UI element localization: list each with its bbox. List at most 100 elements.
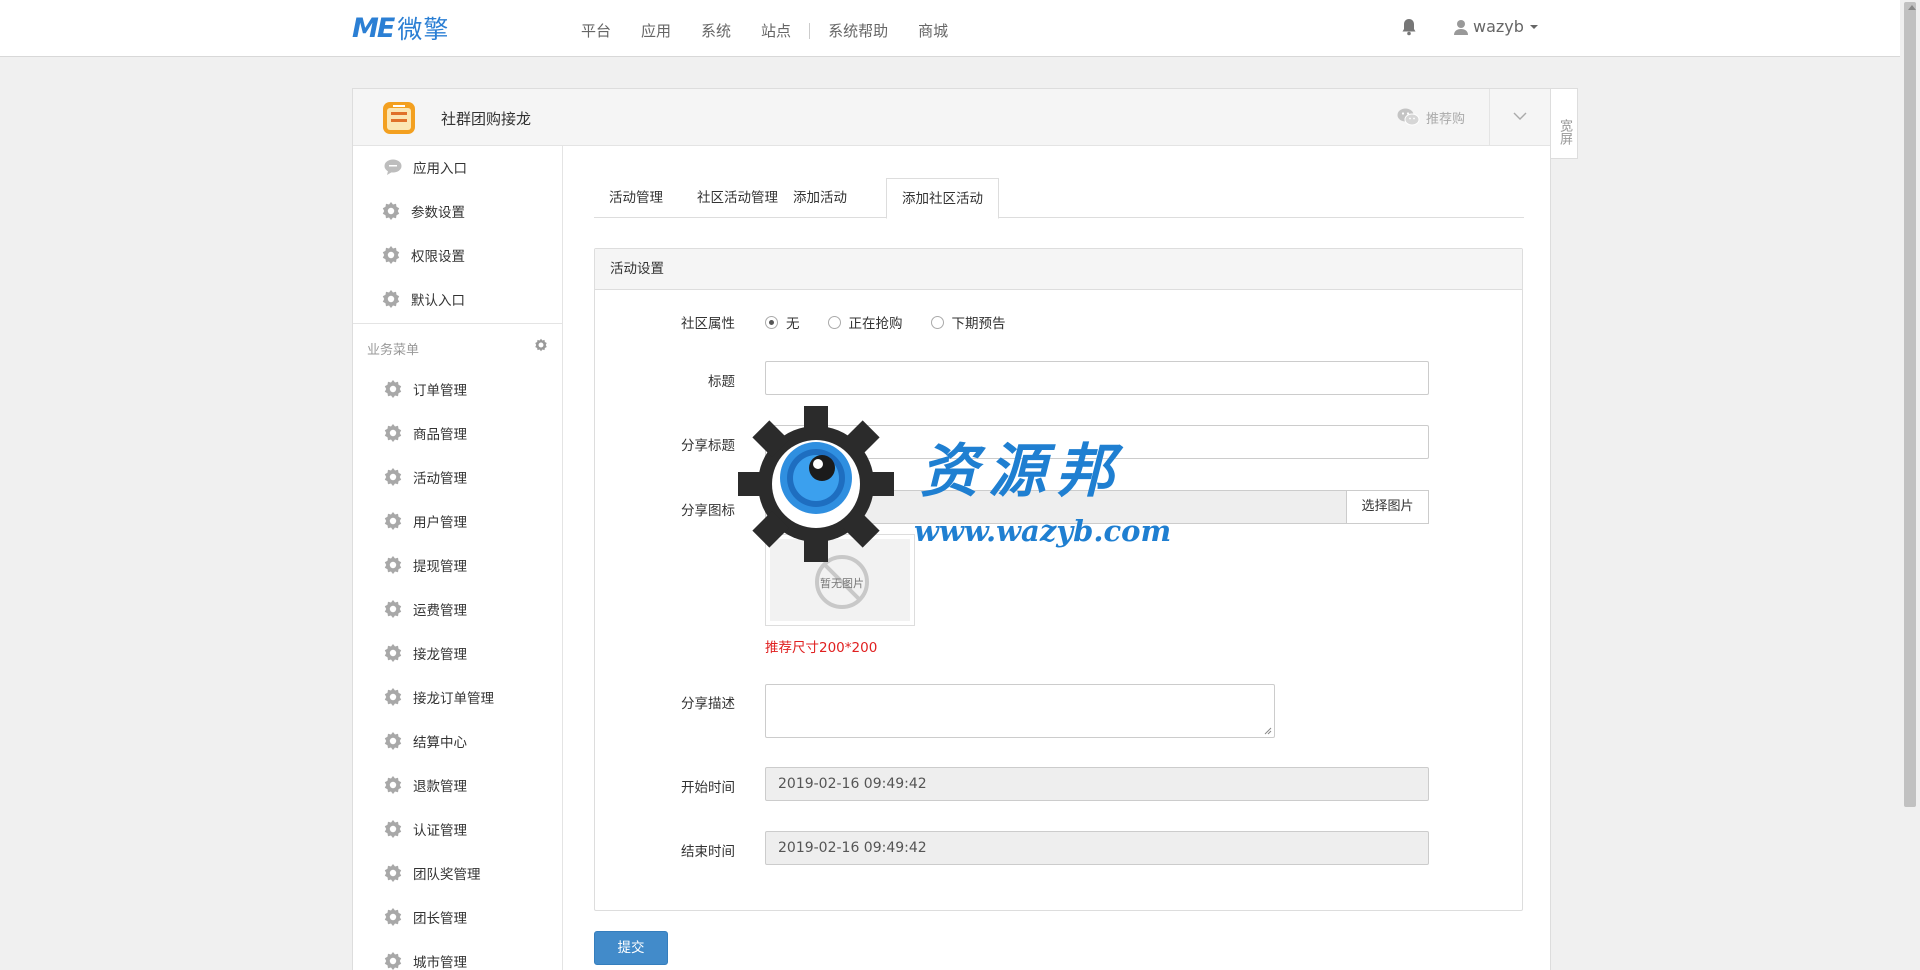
user-menu[interactable]: wazyb [1454, 17, 1538, 36]
top-navbar: ME 微擎 平台 应用 系统 站点 系统帮助 商城 wazyb [0, 0, 1900, 57]
tab-add-activity[interactable]: 添加活动 [778, 178, 862, 218]
sidebar-item-label: 订单管理 [413, 383, 467, 399]
tab-bar: 活动管理 社区活动管理 添加活动 添加社区活动 [594, 178, 1524, 219]
nav-item-help[interactable]: 系统帮助 [828, 20, 888, 41]
gear-icon [383, 423, 403, 443]
radio-none[interactable]: 无 [765, 312, 800, 332]
nav-item-store[interactable]: 商城 [918, 20, 948, 41]
sidebar-item-label: 提现管理 [413, 559, 467, 575]
resize-handle-icon[interactable] [1264, 727, 1272, 735]
no-image-text: 暂无图片 [820, 577, 864, 590]
sidebar-item-label: 退款管理 [413, 779, 467, 795]
tab-add-community-activity[interactable]: 添加社区活动 [886, 178, 999, 219]
radio-label: 下期预告 [951, 316, 1006, 332]
submit-button[interactable]: 提交 [594, 931, 668, 965]
sidebar-menu-item[interactable]: 认证管理 [383, 819, 467, 839]
activity-settings-form: 活动设置 社区属性 无 正在抢购 下期预告 标题 分享标题 分享图标 选择图片 … [594, 248, 1523, 911]
username: wazyb [1473, 17, 1524, 36]
sidebar-item-label: 结算中心 [413, 735, 467, 751]
sidebar-item-label: 权限设置 [411, 249, 465, 265]
sidebar-menu-item[interactable]: 退款管理 [383, 775, 467, 795]
sidebar-menu-item[interactable]: 结算中心 [383, 731, 467, 751]
share-title-input[interactable] [765, 425, 1429, 459]
sidebar-item-label: 接龙管理 [413, 647, 467, 663]
sidebar-item-default-entry[interactable]: 默认入口 [381, 289, 465, 309]
sidebar-menu-item[interactable]: 订单管理 [383, 379, 467, 399]
radio-dot [930, 315, 944, 329]
end-time-input[interactable]: 2019-02-16 09:49:42 [765, 831, 1429, 865]
main-nav: 平台 应用 系统 站点 系统帮助 商城 [581, 20, 978, 41]
header-divider [1489, 89, 1490, 145]
sidebar-item-label: 团队奖管理 [413, 867, 481, 883]
nav-divider [809, 22, 811, 39]
sidebar-menu-item[interactable]: 团长管理 [383, 907, 467, 927]
sidebar-divider [353, 323, 562, 324]
nav-item-system[interactable]: 系统 [701, 20, 731, 41]
nav-item-platform[interactable]: 平台 [581, 20, 611, 41]
brand-logo[interactable]: ME 微擎 [352, 12, 450, 45]
scroll-up-arrow-icon[interactable] [1908, 5, 1916, 10]
sidebar-item-params[interactable]: 参数设置 [381, 201, 465, 221]
radio-label: 正在抢购 [848, 316, 903, 332]
radio-dot [827, 315, 841, 329]
sidebar-item-label: 默认入口 [411, 293, 465, 309]
nav-item-apps[interactable]: 应用 [641, 20, 671, 41]
radio-on-sale[interactable]: 正在抢购 [827, 312, 903, 332]
end-time-label: 结束时间 [681, 844, 735, 860]
gear-icon [383, 511, 403, 531]
sidebar-item-label: 运费管理 [413, 603, 467, 619]
scrollbar-thumb[interactable] [1904, 2, 1916, 807]
wide-screen-toggle[interactable]: 宽屏 [1551, 88, 1578, 159]
gear-icon [383, 643, 403, 663]
tab-activity-manage[interactable]: 活动管理 [594, 178, 678, 218]
size-hint: 推荐尺寸200*200 [765, 640, 878, 656]
sidebar-item-app-entry[interactable]: 应用入口 [383, 157, 467, 177]
app-icon [383, 102, 415, 134]
sidebar-item-label: 参数设置 [411, 205, 465, 221]
app-panel: 社群团购接龙 推荐购 应用入口 参数设置 权限设置 默认入口 业务菜单 订单管理… [352, 88, 1551, 970]
sidebar-menu-item[interactable]: 城市管理 [383, 951, 467, 970]
gear-icon[interactable] [534, 338, 548, 352]
gear-icon [383, 687, 403, 707]
sidebar-menu-item[interactable]: 接龙管理 [383, 643, 467, 663]
sidebar-menu-item[interactable]: 商品管理 [383, 423, 467, 443]
title-input[interactable] [765, 361, 1429, 395]
user-icon [1454, 19, 1468, 35]
app-title: 社群团购接龙 [441, 110, 532, 128]
sidebar: 应用入口 参数设置 权限设置 默认入口 业务菜单 订单管理 商品管理 活动管理 用户管… [353, 146, 563, 970]
choose-image-button[interactable]: 选择图片 [1346, 490, 1429, 524]
sidebar-menu-item[interactable]: 团队奖管理 [383, 863, 481, 883]
sidebar-item-label: 活动管理 [413, 471, 467, 487]
chevron-down-icon[interactable] [1513, 109, 1527, 123]
wechat-account[interactable]: 推荐购 [1397, 107, 1465, 127]
radio-next-preview[interactable]: 下期预告 [930, 312, 1006, 332]
bell-icon[interactable] [1401, 18, 1417, 36]
sidebar-menu-item[interactable]: 接龙订单管理 [383, 687, 494, 707]
settings-title: 活动设置 [595, 249, 1522, 290]
sidebar-item-label: 用户管理 [413, 515, 467, 531]
tab-community-activity-manage[interactable]: 社区活动管理 [682, 178, 793, 218]
gear-icon [383, 599, 403, 619]
gear-icon [381, 245, 401, 265]
image-preview: 暂无图片 [765, 534, 915, 626]
share-icon-label: 分享图标 [681, 503, 735, 519]
nav-item-site[interactable]: 站点 [761, 20, 791, 41]
gear-icon [383, 775, 403, 795]
radio-label: 无 [786, 316, 800, 332]
sidebar-item-label: 认证管理 [413, 823, 467, 839]
sidebar-menu-item[interactable]: 用户管理 [383, 511, 467, 531]
sidebar-menu-item[interactable]: 提现管理 [383, 555, 467, 575]
sidebar-menu-item[interactable]: 运费管理 [383, 599, 467, 619]
share-icon-input[interactable] [765, 490, 1346, 524]
gear-icon [383, 951, 403, 970]
start-time-input[interactable]: 2019-02-16 09:49:42 [765, 767, 1429, 801]
sidebar-item-permissions[interactable]: 权限设置 [381, 245, 465, 265]
brand-mark: ME [352, 12, 395, 44]
wechat-icon [1397, 108, 1420, 126]
community-attr-radios: 无 正在抢购 下期预告 [765, 312, 1034, 332]
sidebar-menu-item[interactable]: 活动管理 [383, 467, 467, 487]
sidebar-item-label: 接龙订单管理 [413, 691, 494, 707]
app-header: 社群团购接龙 推荐购 [353, 89, 1550, 146]
brand-name: 微擎 [397, 15, 450, 44]
share-desc-textarea[interactable] [765, 684, 1275, 738]
